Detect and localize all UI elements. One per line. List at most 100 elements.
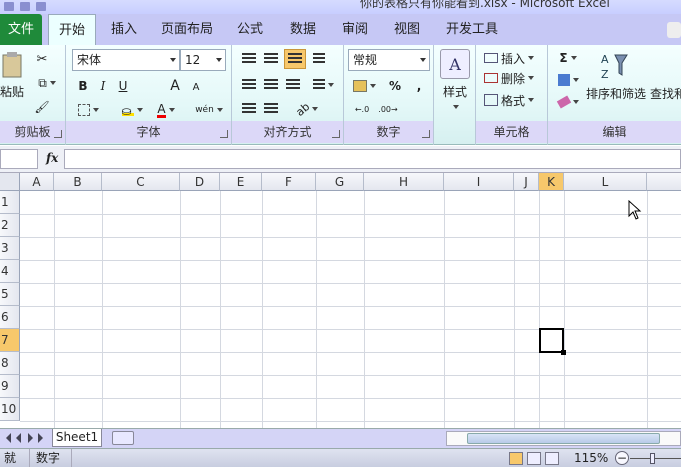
undo-icon[interactable] <box>20 2 30 11</box>
copy-icon[interactable]: ⧉ <box>34 75 60 91</box>
column-header-f[interactable]: F <box>262 173 316 191</box>
horizontal-scroll-thumb[interactable] <box>467 433 660 444</box>
page-break-view-icon[interactable] <box>545 452 559 465</box>
save-icon[interactable] <box>4 2 14 11</box>
decrease-indent-button[interactable] <box>240 101 258 117</box>
fill-color-button[interactable]: ⛀ <box>118 101 146 119</box>
tab-view[interactable]: 视图 <box>389 14 425 45</box>
autosum-button[interactable]: Σ <box>554 49 582 67</box>
zoom-slider-thumb[interactable] <box>650 453 655 464</box>
tab-data[interactable]: 数据 <box>285 14 321 45</box>
phonetic-button[interactable]: wén <box>194 101 224 119</box>
tab-developer[interactable]: 开发工具 <box>441 14 503 45</box>
tab-file[interactable]: 文件 <box>0 14 42 45</box>
comma-button[interactable]: , <box>410 77 428 95</box>
select-all-corner[interactable] <box>0 173 20 191</box>
font-launcher-icon[interactable] <box>220 130 228 138</box>
normal-view-icon[interactable] <box>509 452 523 465</box>
row-header-4[interactable]: 4 <box>0 260 20 283</box>
column-header-e[interactable]: E <box>220 173 262 191</box>
column-header-k[interactable]: K <box>539 173 564 191</box>
horizontal-scrollbar[interactable] <box>446 431 681 446</box>
number-launcher-icon[interactable] <box>422 130 430 138</box>
align-left-button[interactable] <box>240 77 258 93</box>
row-header-1[interactable]: 1 <box>0 191 20 214</box>
decrease-decimal-button[interactable]: .00→ <box>376 101 400 117</box>
align-right-button[interactable] <box>284 77 302 93</box>
fill-button[interactable] <box>554 71 582 89</box>
clear-button[interactable] <box>554 93 582 111</box>
zoom-level[interactable]: 115% <box>570 449 612 467</box>
row-header-10[interactable]: 10 <box>0 398 20 421</box>
column-header-h[interactable]: H <box>364 173 444 191</box>
paste-button[interactable] <box>0 51 24 79</box>
insert-cells-button[interactable]: 插入 <box>484 49 544 67</box>
format-painter-icon[interactable]: 🖌 <box>34 99 50 115</box>
row-header-2[interactable]: 2 <box>0 214 20 237</box>
column-header-d[interactable]: D <box>180 173 220 191</box>
number-format-dropdown[interactable]: 常规 <box>348 49 430 71</box>
font-name-dropdown[interactable]: 宋体 <box>72 49 180 71</box>
row-header-5[interactable]: 5 <box>0 283 20 306</box>
sheet-tab-sheet1[interactable]: Sheet1 <box>52 429 102 447</box>
prev-sheet-icon[interactable] <box>16 433 21 443</box>
column-header-j[interactable]: J <box>514 173 539 191</box>
column-header-l[interactable]: L <box>564 173 647 191</box>
tab-page-layout[interactable]: 页面布局 <box>158 14 216 45</box>
last-sheet-icon[interactable] <box>38 433 43 443</box>
formula-input[interactable] <box>64 149 681 169</box>
find-select-label[interactable]: 查找和 <box>650 85 681 101</box>
sort-filter-icon[interactable]: AZ <box>598 49 630 83</box>
active-cell-k7[interactable] <box>539 328 566 355</box>
orientation-button[interactable]: ab <box>292 100 322 118</box>
align-top-button[interactable] <box>240 51 258 67</box>
italic-button[interactable]: I <box>94 77 112 95</box>
zoom-out-icon[interactable]: − <box>615 451 629 465</box>
shrink-font-button[interactable]: A <box>188 79 204 95</box>
row-header-6[interactable]: 6 <box>0 306 20 329</box>
zoom-slider[interactable] <box>630 458 681 459</box>
page-layout-view-icon[interactable] <box>527 452 541 465</box>
format-cells-button[interactable]: 格式 <box>484 91 544 109</box>
bold-button[interactable]: B <box>74 77 92 95</box>
increase-indent-button[interactable] <box>262 101 280 117</box>
align-middle-button[interactable] <box>262 51 280 67</box>
alignment-launcher-icon[interactable] <box>332 130 340 138</box>
insert-function-icon[interactable]: fx <box>46 151 58 165</box>
styles-dropdown-icon[interactable] <box>448 101 460 113</box>
row-header-7[interactable]: 7 <box>0 329 20 352</box>
font-color-button[interactable]: A <box>152 101 180 119</box>
name-box[interactable] <box>0 149 38 169</box>
percent-button[interactable]: % <box>386 77 404 95</box>
grow-font-button[interactable]: A <box>166 77 184 95</box>
help-icon[interactable] <box>667 22 681 38</box>
column-header-c[interactable]: C <box>102 173 180 191</box>
merge-center-button[interactable] <box>308 77 338 93</box>
font-size-dropdown[interactable]: 12 <box>180 49 226 71</box>
worksheet-grid[interactable]: A B C D E F G H I J K L 1 2 3 4 5 6 7 8 … <box>0 173 681 428</box>
redo-icon[interactable] <box>36 2 46 11</box>
sort-filter-label[interactable]: 排序和筛选 <box>584 85 648 101</box>
insert-sheet-icon[interactable] <box>112 431 134 445</box>
row-header-9[interactable]: 9 <box>0 375 20 398</box>
next-sheet-icon[interactable] <box>28 433 33 443</box>
row-header-8[interactable]: 8 <box>0 352 20 375</box>
tab-review[interactable]: 审阅 <box>337 14 373 45</box>
row-header-3[interactable]: 3 <box>0 237 20 260</box>
tab-formulas[interactable]: 公式 <box>232 14 268 45</box>
cut-icon[interactable]: ✂ <box>34 51 50 67</box>
accounting-format-button[interactable] <box>350 77 378 95</box>
align-bottom-button[interactable] <box>284 49 306 69</box>
underline-button[interactable]: U <box>114 77 132 95</box>
column-header-m[interactable] <box>647 173 681 191</box>
first-sheet-icon[interactable] <box>6 433 11 443</box>
tab-home[interactable]: 开始 <box>48 14 96 45</box>
delete-cells-button[interactable]: 删除 <box>484 69 544 87</box>
increase-decimal-button[interactable]: ←.0 <box>350 101 374 117</box>
clipboard-launcher-icon[interactable] <box>54 130 62 138</box>
column-header-g[interactable]: G <box>316 173 364 191</box>
borders-button[interactable] <box>74 101 102 119</box>
column-header-b[interactable]: B <box>54 173 102 191</box>
align-center-button[interactable] <box>262 77 280 93</box>
wrap-text-button[interactable] <box>310 51 328 67</box>
